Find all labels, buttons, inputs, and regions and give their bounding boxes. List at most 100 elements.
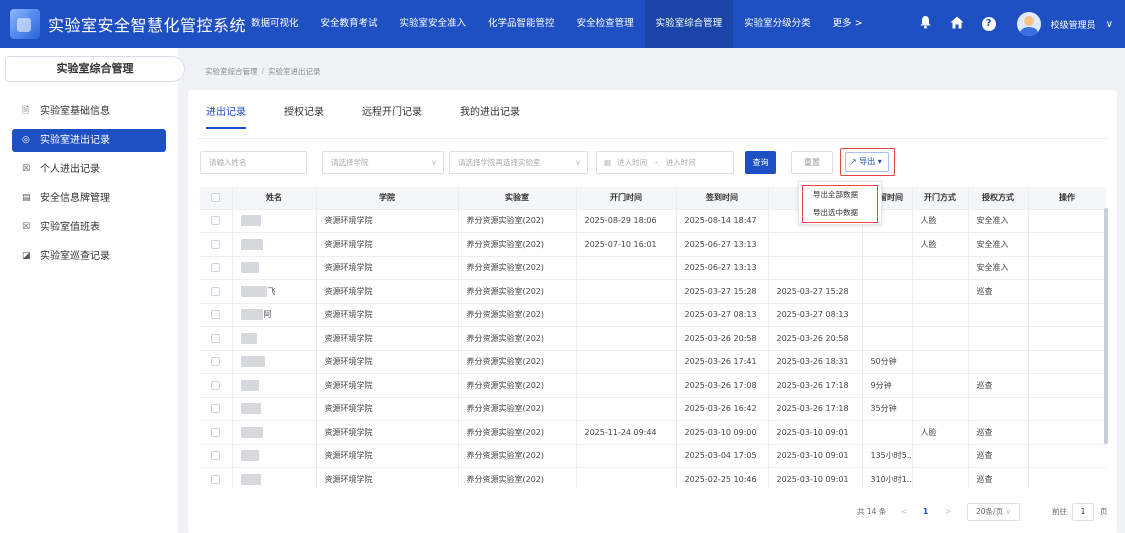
sidebar-item-lab-access-records[interactable]: ◎ 实验室进出记录 bbox=[12, 129, 166, 152]
signout-time-cell: 2025-03-10 09:01 bbox=[768, 444, 863, 468]
open-time-cell bbox=[576, 303, 677, 327]
nav-safety-exam[interactable]: 安全教育考试 bbox=[310, 0, 389, 48]
export-selected-option[interactable]: 导出选中数据 bbox=[813, 207, 858, 218]
next-page-button[interactable]: > bbox=[945, 502, 951, 522]
row-checkbox[interactable] bbox=[200, 397, 233, 421]
stay-time-cell: 310小时1... bbox=[862, 467, 913, 487]
nav-more[interactable]: 更多 > bbox=[822, 0, 874, 48]
lab-select[interactable]: 请选择学院再选择实验室 ∨ bbox=[449, 151, 588, 174]
row-checkbox[interactable] bbox=[200, 256, 233, 280]
prev-page-button[interactable]: < bbox=[901, 502, 907, 522]
page-size-value: 20条/页 bbox=[976, 507, 1004, 516]
lab-cell: 养分资源实验室(202) bbox=[458, 373, 577, 398]
table-row: 资源环境学院 养分资源实验室(202) 2025-03-26 16:42 2025-0… bbox=[200, 397, 1106, 421]
sidebar-item-label: 实验室基础信息 bbox=[40, 106, 110, 117]
header-right: ? 校级管理员 ∨ bbox=[910, 0, 1113, 48]
college-cell: 资源环境学院 bbox=[316, 326, 459, 351]
sidebar-item-safety-sign[interactable]: ▤ 安全信息牌管理 bbox=[0, 187, 178, 210]
table-scrollbar[interactable] bbox=[1104, 208, 1108, 444]
lab-cell: 养分资源实验室(202) bbox=[458, 420, 577, 445]
row-checkbox[interactable] bbox=[200, 279, 233, 304]
actions-cell bbox=[1028, 232, 1106, 257]
row-checkbox[interactable] bbox=[200, 350, 233, 374]
row-checkbox[interactable] bbox=[200, 420, 233, 445]
actions-cell bbox=[1028, 279, 1106, 304]
column-header: 开门方式 bbox=[912, 187, 969, 210]
query-button[interactable]: 查询 bbox=[745, 151, 776, 174]
stay-time-cell: 35分钟 bbox=[862, 397, 913, 421]
nav-lab-access[interactable]: 实验室安全准入 bbox=[389, 0, 478, 48]
stay-time-cell bbox=[862, 420, 913, 445]
date-range-picker[interactable]: ▦ 进入时间 - 进入时间 bbox=[596, 151, 734, 174]
sidebar: 实验室综合管理 🗎 实验室基础信息 ◎ 实验室进出记录 ☒ 个人进出记录 ▤ 安… bbox=[0, 48, 185, 533]
row-checkbox[interactable] bbox=[200, 373, 233, 398]
caret-down-icon: ▾ bbox=[877, 157, 882, 166]
sidebar-item-duty-roster[interactable]: ☒ 实验室值班表 bbox=[0, 216, 178, 239]
lab-cell: 养分资源实验室(202) bbox=[458, 467, 577, 487]
name-cell bbox=[232, 420, 317, 445]
page-number[interactable]: 1 bbox=[923, 502, 928, 522]
name-cell bbox=[232, 326, 317, 351]
nav-chemical-control[interactable]: 化学品智能管控 bbox=[477, 0, 566, 48]
clipboard-icon: ◪ bbox=[22, 251, 31, 261]
logo-icon bbox=[10, 9, 40, 39]
auth-method-cell: 巡查 bbox=[968, 279, 1029, 304]
breadcrumb-item[interactable]: 实验室综合管理 bbox=[205, 67, 258, 76]
lab-select-placeholder: 请选择学院再选择实验室 bbox=[458, 158, 541, 167]
stay-time-cell: 50分钟 bbox=[862, 350, 913, 374]
nav-lab-classification[interactable]: 实验室分级分类 bbox=[733, 0, 822, 48]
table-header: 姓名 学院 实验室 开门时间 签到时间 签退时间 滞留时间 开门方式 授权方式 … bbox=[200, 187, 1106, 210]
open-method-cell bbox=[912, 279, 969, 304]
sidebar-item-lab-basic-info[interactable]: 🗎 实验室基础信息 bbox=[0, 100, 178, 123]
row-checkbox[interactable] bbox=[200, 209, 233, 233]
auth-method-cell: 安全准入 bbox=[968, 256, 1029, 280]
table-row: 飞 资源环境学院 养分资源实验室(202) 2025-03-27 15:28 2025-… bbox=[200, 279, 1106, 304]
help-icon[interactable]: ? bbox=[981, 17, 996, 31]
sidebar-menu: 🗎 实验室基础信息 ◎ 实验室进出记录 ☒ 个人进出记录 ▤ 安全信息牌管理 ☒… bbox=[0, 100, 178, 274]
actions-cell bbox=[1028, 256, 1106, 280]
row-checkbox[interactable] bbox=[200, 326, 233, 351]
open-method-cell bbox=[912, 350, 969, 374]
checkbox-icon: ☒ bbox=[22, 164, 31, 174]
signout-time-cell bbox=[768, 256, 863, 280]
lab-cell: 养分资源实验室(202) bbox=[458, 279, 577, 304]
signout-time-cell: 2025-03-10 09:01 bbox=[768, 467, 863, 487]
breadcrumb: 实验室综合管理 / 实验室进出记录 bbox=[205, 66, 321, 77]
bell-icon[interactable] bbox=[919, 15, 932, 33]
sidebar-item-inspection-records[interactable]: ◪ 实验室巡查记录 bbox=[0, 245, 178, 268]
export-button[interactable]: ↗ 导出 ▾ bbox=[845, 152, 889, 172]
export-icon: ↗ bbox=[850, 157, 857, 166]
nav-safety-inspection[interactable]: 安全检查管理 bbox=[566, 0, 645, 48]
select-all-checkbox[interactable] bbox=[200, 187, 233, 210]
tab-authorization-records[interactable]: 授权记录 bbox=[284, 90, 324, 136]
tab-remote-open-records[interactable]: 远程开门记录 bbox=[362, 90, 422, 136]
row-checkbox[interactable] bbox=[200, 232, 233, 257]
avatar[interactable] bbox=[1016, 12, 1041, 36]
record-tabs: 进出记录 授权记录 远程开门记录 我的进出记录 bbox=[206, 90, 558, 136]
row-checkbox[interactable] bbox=[200, 444, 233, 468]
name-input[interactable]: 请输入姓名 bbox=[200, 151, 307, 174]
nav-lab-management[interactable]: 实验室综合管理 bbox=[644, 0, 734, 48]
lab-cell: 养分资源实验室(202) bbox=[458, 397, 577, 421]
nav-data-visualization[interactable]: 数据可视化 bbox=[240, 0, 310, 48]
reset-button[interactable]: 重置 bbox=[791, 151, 833, 174]
open-method-cell bbox=[912, 256, 969, 280]
college-select[interactable]: 请选择学院 ∨ bbox=[322, 151, 444, 174]
open-method-cell bbox=[912, 373, 969, 398]
tab-my-access-records[interactable]: 我的进出记录 bbox=[460, 90, 520, 136]
page-size-select[interactable]: 20条/页 ∨ bbox=[967, 503, 1020, 521]
row-checkbox[interactable] bbox=[200, 303, 233, 327]
user-name[interactable]: 校级管理员 bbox=[1051, 18, 1096, 31]
table-row: 资源环境学院 养分资源实验室(202) 2025-03-26 20:58 2025-0… bbox=[200, 326, 1106, 351]
sidebar-item-personal-records[interactable]: ☒ 个人进出记录 bbox=[0, 158, 178, 181]
open-method-cell: 人脸 bbox=[912, 232, 969, 257]
tab-access-records[interactable]: 进出记录 bbox=[206, 90, 246, 136]
open-method-cell bbox=[912, 467, 969, 487]
column-header: 学院 bbox=[316, 187, 459, 210]
home-icon[interactable] bbox=[950, 16, 964, 33]
export-all-option[interactable]: 导出全部数据 bbox=[813, 189, 858, 200]
chevron-down-icon[interactable]: ∨ bbox=[1106, 19, 1113, 30]
row-checkbox[interactable] bbox=[200, 467, 233, 487]
goto-page-input[interactable]: 1 bbox=[1072, 503, 1094, 521]
signout-time-cell bbox=[768, 232, 863, 257]
